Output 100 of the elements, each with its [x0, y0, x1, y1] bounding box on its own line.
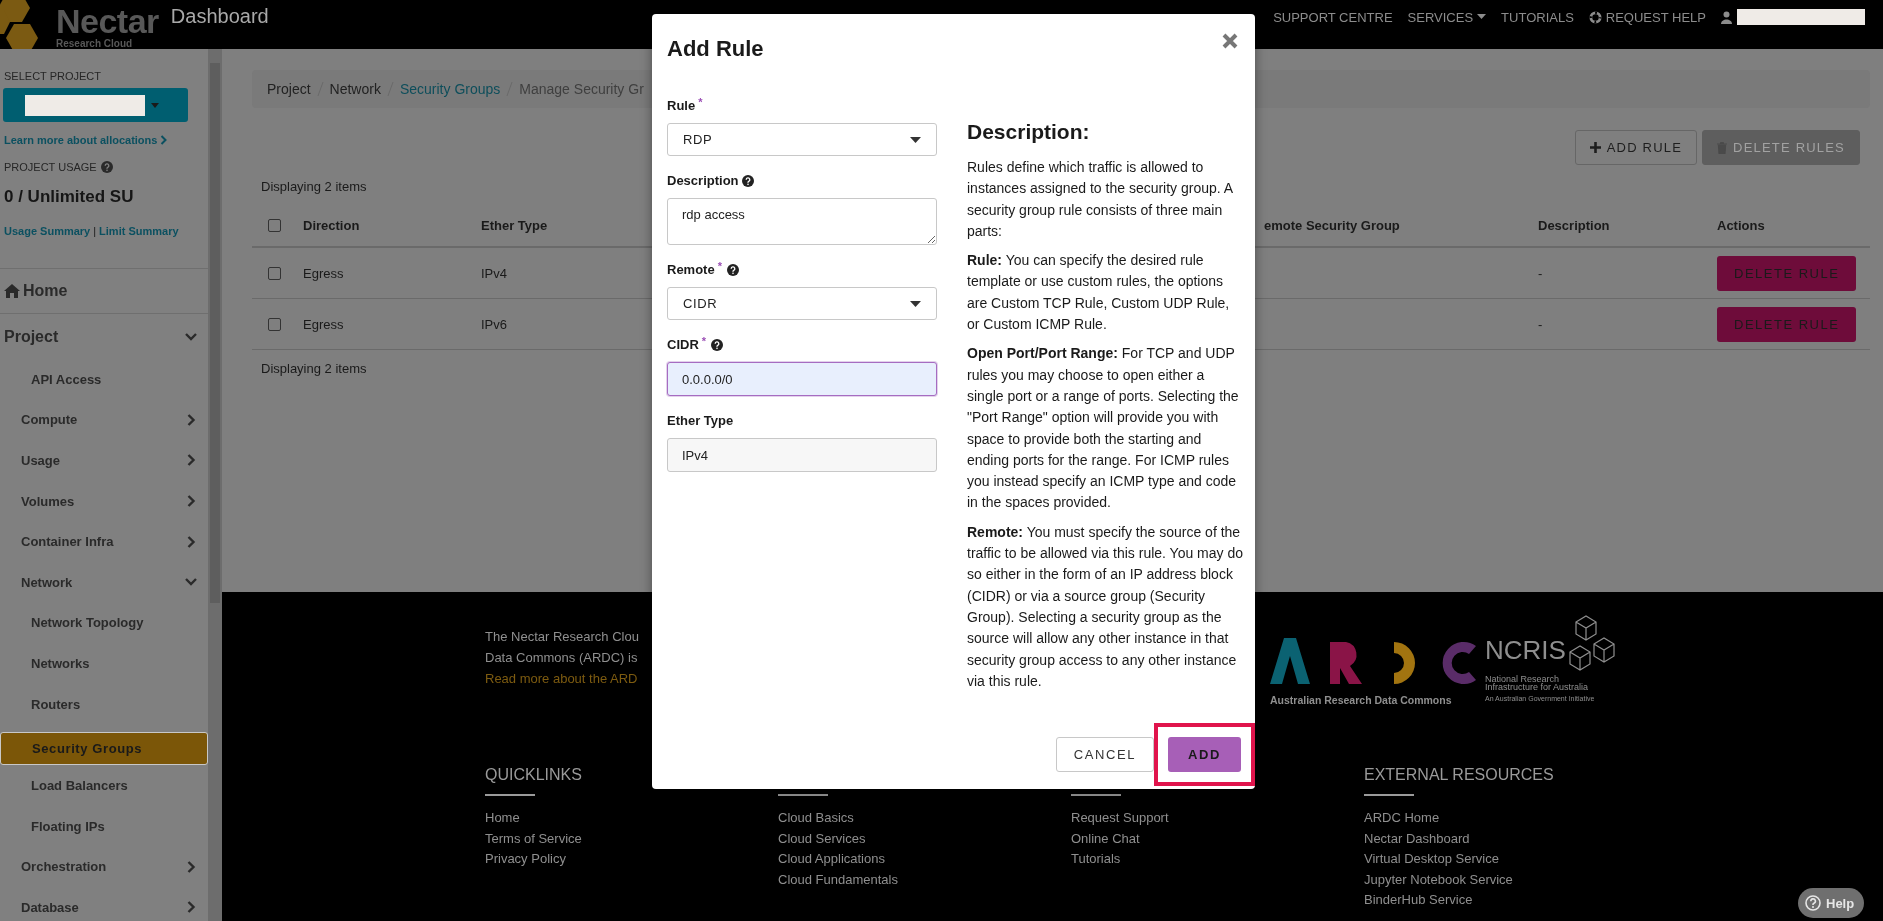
footer-heading: QUICKLINKS: [485, 766, 582, 783]
breadcrumb-item[interactable]: Security Groups: [399, 81, 501, 97]
table-cell-text: IPv6: [480, 316, 508, 332]
user-icon: [1721, 10, 1732, 24]
caret-icon: [910, 136, 921, 143]
nav-item[interactable]: Compute: [0, 399, 208, 441]
logo-wordmark: NCRIS: [1485, 636, 1566, 664]
help-paragraph: Rule: You can specify the desired rule template or use custom rules, the options are Custom TCP Rule, Custom UDP Rule, or Custom ICMP Rule.: [967, 251, 1231, 335]
field-label: Rule: [667, 97, 696, 115]
footer-link[interactable]: Jupyter Notebook Service: [1364, 869, 1657, 890]
help-icon: [1805, 895, 1821, 911]
lifebuoy-icon: [1588, 10, 1602, 24]
input-field[interactable]: 0.0.0.0/0: [667, 362, 937, 396]
project-selector[interactable]: [3, 88, 188, 122]
footer-link[interactable]: Privacy Policy: [485, 849, 778, 870]
footer-link[interactable]: Home: [485, 808, 778, 829]
footer-link[interactable]: Tutorials: [1071, 849, 1364, 870]
breadcrumb-item[interactable]: Project: [267, 81, 311, 97]
caret-icon: [1477, 14, 1487, 20]
home-icon: [4, 284, 20, 298]
nav-link[interactable]: TUTORIALS: [1501, 9, 1574, 25]
nav-link[interactable]: REQUEST HELP: [1588, 9, 1706, 25]
nav-item[interactable]: Floating IPs: [0, 805, 208, 847]
help-paragraph: Open Port/Port Range: For TCP and UDP rules you may choose to open either a single port or a range of ports. Selecting the "Port Range" option will provide you with space to provide both the starting and ending ports for the range. For ICMP rules you instead specify an ICMP type and code in the spaces provided.: [967, 344, 1240, 513]
column-header[interactable]: Ether Type: [475, 218, 652, 233]
nav-item[interactable]: Database: [0, 887, 208, 921]
footer-link[interactable]: Cloud Services: [778, 828, 1071, 849]
breadcrumb-item[interactable]: Manage Security Gr: [519, 81, 644, 97]
item-count: Displaying 2 items: [261, 361, 367, 377]
nav-item[interactable]: Network: [0, 561, 208, 603]
table-cell-text: -: [1537, 265, 1544, 281]
footer-link[interactable]: Terms of Service: [485, 828, 778, 849]
nav-link[interactable]: SUPPORT CENTRE: [1273, 9, 1393, 25]
limit-summary-link[interactable]: Limit Summary: [99, 223, 179, 239]
column-header[interactable]: emote Security Group: [1264, 218, 1530, 233]
column-header[interactable]: Description: [1530, 218, 1710, 233]
nav-item[interactable]: Security Groups: [0, 732, 208, 766]
nav-item[interactable]: Load Balancers: [0, 765, 208, 806]
description-field[interactable]: rdp access: [667, 198, 937, 245]
logo-text: Infrastructure for Australia: [1485, 682, 1590, 692]
cancel-button[interactable]: CANCEL: [1055, 736, 1155, 772]
caret-icon: [910, 300, 921, 307]
add-button[interactable]: ADD: [1168, 736, 1241, 772]
field-label: Remote: [667, 261, 715, 279]
footer-text: Data Commons (ARDC) is: [485, 649, 638, 667]
required-mark: *: [701, 336, 707, 346]
field-label: Description: [667, 172, 739, 190]
dropdown-field[interactable]: RDP: [667, 123, 937, 156]
nav-item[interactable]: Network Topology: [0, 602, 208, 644]
close-icon[interactable]: [1222, 33, 1238, 49]
help-paragraph: Remote: You must specify the source of the traffic to be allowed via this rule. You may do so either in the form of an IP address block (CIDR) or via a source group (Security Group). Selecting a security group as the source will allow any other instance in that security group access to any other instance via this rule.: [967, 522, 1243, 691]
footer-link[interactable]: Online Chat: [1071, 828, 1364, 849]
nav-link[interactable]: SERVICES: [1407, 9, 1487, 25]
footer-link[interactable]: Cloud Basics: [778, 808, 1071, 829]
help-paragraph: Rules define which traffic is allowed to instances assigned to the security group. A security group rule consists of three main parts:: [967, 158, 1234, 241]
nav-item[interactable]: Usage: [0, 440, 208, 481]
help-icon: [100, 161, 113, 173]
footer-link[interactable]: Nectar Dashboard: [1364, 828, 1657, 849]
footer-link[interactable]: Cloud Applications: [778, 849, 1071, 870]
add-rule-button[interactable]: ADD RULE: [1574, 130, 1698, 165]
footer-link[interactable]: Virtual Desktop Service: [1364, 849, 1657, 870]
scrollbar[interactable]: [208, 49, 222, 921]
footer-link[interactable]: BinderHub Service: [1364, 890, 1657, 911]
table-cell-text: IPv4: [480, 265, 508, 281]
row-checkbox[interactable]: [268, 266, 281, 280]
item-count: Displaying 2 items: [261, 179, 367, 195]
breadcrumb-item[interactable]: Network: [329, 81, 381, 97]
footer-link[interactable]: Request Support: [1071, 808, 1364, 829]
plus-icon: [1589, 142, 1601, 153]
row-checkbox[interactable]: [268, 317, 281, 331]
table-cell-text: -: [1537, 316, 1544, 332]
dropdown-field[interactable]: CIDR: [667, 287, 937, 320]
separator: |: [93, 224, 97, 239]
brand-tagline: Research Cloud: [56, 38, 134, 49]
usage-value: 0 / Unlimited SU: [3, 186, 135, 208]
chevron-right-icon: [160, 135, 168, 145]
column-header[interactable]: Direction: [294, 218, 475, 233]
logo-text: National Research: [1485, 674, 1560, 684]
description-heading: Description:: [967, 119, 1091, 145]
nav-item[interactable]: Routers: [0, 683, 208, 725]
dialog-title: Add Rule: [667, 36, 764, 61]
allocations-link[interactable]: Learn more about allocations: [0, 132, 208, 148]
table-cell-text: Egress: [302, 316, 345, 332]
nav-item[interactable]: Container Infra: [0, 521, 208, 562]
footer-link[interactable]: Read more about the ARD: [485, 668, 638, 689]
nav-item[interactable]: Networks: [0, 643, 208, 684]
logo-caption: Australian Research Data Commons: [1270, 694, 1453, 706]
nav-item[interactable]: Volumes: [0, 480, 208, 522]
input-field[interactable]: IPv4: [667, 438, 937, 472]
column-header: Actions: [1716, 218, 1766, 233]
nav-item[interactable]: API Access: [0, 359, 208, 400]
footer-link[interactable]: Cloud Fundamentals: [778, 869, 1071, 890]
usage-summary-link[interactable]: Usage Summary: [4, 223, 91, 239]
select-all-checkbox[interactable]: [268, 219, 281, 232]
caret-icon: [151, 102, 159, 108]
nav-item[interactable]: Orchestration: [0, 846, 208, 888]
help-button[interactable]: Help: [1798, 888, 1865, 918]
nav-item[interactable]: Project: [0, 314, 208, 359]
table-cell-text: Egress: [302, 265, 345, 281]
footer-link[interactable]: ARDC Home: [1364, 808, 1657, 829]
